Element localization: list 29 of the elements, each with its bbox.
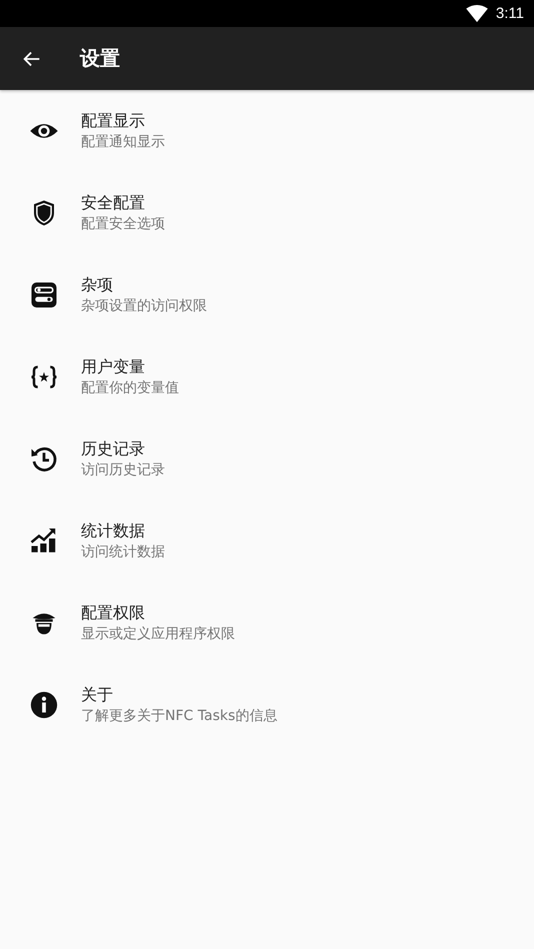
item-subtitle: 显示或定义应用程序权限 [81,625,235,644]
item-title: 配置权限 [81,602,146,624]
info-icon [29,690,59,720]
settings-item[interactable]: 安全配置 配置安全选项 [0,172,534,254]
item-subtitle: 配置你的变量值 [81,379,179,398]
clock-time: 3:11 [496,5,524,22]
settings-item[interactable]: 配置显示 配置通知显示 [0,90,534,172]
item-subtitle: 配置安全选项 [81,215,165,234]
screen-title: 设置 [80,45,120,72]
wifi-icon [466,4,488,22]
item-title: 用户变量 [81,356,146,378]
item-title: 安全配置 [81,192,146,214]
item-title: 杂项 [81,274,114,296]
item-subtitle: 了解更多关于NFC Tasks的信息 [81,707,278,726]
settings-item[interactable]: 用户变量 配置你的变量值 [0,336,534,418]
settings-item[interactable]: 杂项 杂项设置的访问权限 [0,254,534,336]
item-subtitle: 访问统计数据 [81,543,165,562]
item-subtitle: 杂项设置的访问权限 [81,297,207,316]
settings-item[interactable]: 历史记录 访问历史记录 [0,418,534,500]
item-title: 统计数据 [81,520,146,542]
settings-item[interactable]: 配置权限 显示或定义应用程序权限 [0,582,534,664]
item-subtitle: 配置通知显示 [81,133,165,152]
toggle-switch-icon [29,280,59,310]
item-title: 关于 [81,684,114,706]
settings-item[interactable]: 统计数据 访问统计数据 [0,500,534,582]
item-title: 配置显示 [81,110,146,132]
item-subtitle: 访问历史记录 [81,461,165,480]
settings-item[interactable]: 关于 了解更多关于NFC Tasks的信息 [0,664,534,746]
item-title: 历史记录 [81,438,146,460]
